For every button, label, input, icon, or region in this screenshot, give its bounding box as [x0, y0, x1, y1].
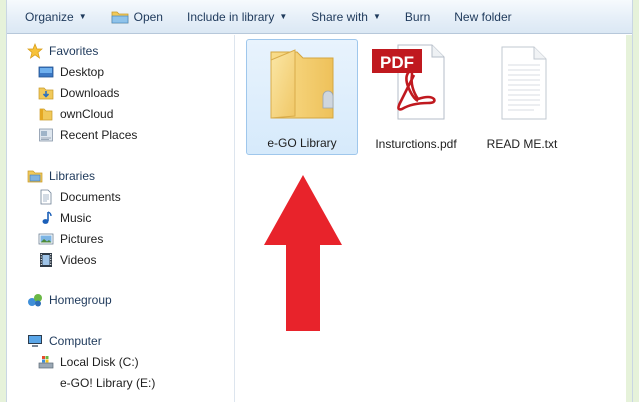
file-name: e-GO Library	[267, 136, 337, 150]
documents-icon	[40, 189, 52, 205]
organize-label: Organize	[25, 9, 74, 24]
share-with-label: Share with	[311, 9, 368, 24]
nav-local-disk[interactable]: Local Disk (C:)	[38, 353, 139, 371]
include-in-library-button[interactable]: Include in library ▼	[183, 6, 291, 28]
nav-music[interactable]: Music	[38, 209, 91, 227]
command-bar: Organize ▼ Open Include in library ▼ Sha…	[7, 0, 632, 34]
burn-label: Burn	[404, 9, 431, 24]
nav-desktop-label: Desktop	[60, 65, 105, 79]
owncloud-folder-icon	[39, 108, 53, 121]
chevron-down-icon: ▼	[372, 12, 381, 21]
local-disk-icon	[38, 356, 54, 369]
nav-documents-label: Documents	[60, 190, 121, 204]
nav-computer[interactable]: Computer	[27, 332, 102, 350]
nav-owncloud[interactable]: ownCloud	[38, 105, 113, 123]
homegroup-icon	[28, 294, 42, 307]
file-name: Insturctions.pdf	[375, 137, 457, 151]
nav-favorites-label: Favorites	[49, 44, 99, 58]
nav-pictures-label: Pictures	[60, 232, 104, 246]
desktop-icon	[38, 66, 54, 78]
file-item-ego-library-folder[interactable]: e-GO Library	[246, 39, 358, 155]
burn-button[interactable]: Burn	[401, 6, 434, 28]
nav-local-disk-label: Local Disk (C:)	[60, 355, 139, 369]
nav-libraries-label: Libraries	[49, 169, 96, 183]
pictures-icon	[38, 233, 54, 245]
file-item-instructions-pdf[interactable]: PDF Insturctions.pdf	[360, 39, 472, 155]
nav-favorites[interactable]: Favorites	[27, 42, 98, 60]
explorer-window: Organize ▼ Open Include in library ▼ Sha…	[6, 0, 633, 402]
file-item-readme-txt[interactable]: READ ME.txt	[466, 39, 578, 155]
recent-places-icon	[39, 128, 53, 142]
nav-music-label: Music	[60, 211, 92, 225]
nav-libraries[interactable]: Libraries	[27, 167, 95, 185]
chevron-down-icon: ▼	[279, 12, 288, 21]
open-folder-icon	[111, 11, 129, 23]
navigation-pane: Favorites Desktop Downloads ownCloud Rec…	[7, 35, 235, 402]
file-name: READ ME.txt	[486, 137, 558, 151]
nav-desktop[interactable]: Desktop	[38, 63, 104, 81]
downloads-folder-icon	[38, 87, 54, 100]
nav-computer-label: Computer	[49, 334, 102, 348]
nav-owncloud-label: ownCloud	[60, 107, 114, 121]
star-icon	[27, 43, 43, 59]
include-in-library-label: Include in library	[186, 9, 275, 24]
nav-recent-places[interactable]: Recent Places	[38, 126, 137, 144]
organize-button[interactable]: Organize ▼	[21, 6, 91, 28]
videos-icon	[40, 253, 52, 267]
nav-ego-library-drive[interactable]: e-GO! Library (E:)	[38, 374, 155, 392]
nav-ego-library-drive-label: e-GO! Library (E:)	[60, 376, 156, 390]
chevron-down-icon: ▼	[78, 12, 87, 21]
pdf-file-icon: PDF	[372, 44, 445, 120]
new-folder-label: New folder	[454, 9, 512, 24]
music-note-icon	[42, 211, 52, 224]
text-file-icon	[501, 46, 547, 120]
red-arrow-up-icon	[264, 175, 342, 331]
nav-documents[interactable]: Documents	[38, 188, 121, 206]
computer-icon	[28, 335, 42, 347]
nav-homegroup-label: Homegroup	[49, 293, 112, 307]
nav-downloads-label: Downloads	[60, 86, 120, 100]
window-edge	[626, 35, 632, 402]
new-folder-button[interactable]: New folder	[450, 6, 515, 28]
open-button[interactable]: Open	[107, 6, 167, 28]
file-list: e-GO Library PDF Insturctions.pdf READ M…	[236, 35, 632, 402]
libraries-icon	[27, 170, 43, 183]
nav-homegroup[interactable]: Homegroup	[27, 291, 112, 309]
pdf-badge-text: PDF	[380, 53, 414, 72]
nav-downloads[interactable]: Downloads	[38, 84, 119, 102]
folder-icon	[270, 49, 334, 119]
open-label: Open	[133, 9, 163, 24]
nav-videos[interactable]: Videos	[38, 251, 96, 269]
nav-pictures[interactable]: Pictures	[38, 230, 103, 248]
nav-videos-label: Videos	[60, 253, 97, 267]
share-with-button[interactable]: Share with ▼	[307, 6, 385, 28]
nav-recent-places-label: Recent Places	[60, 128, 138, 142]
removable-drive-icon	[38, 375, 54, 391]
